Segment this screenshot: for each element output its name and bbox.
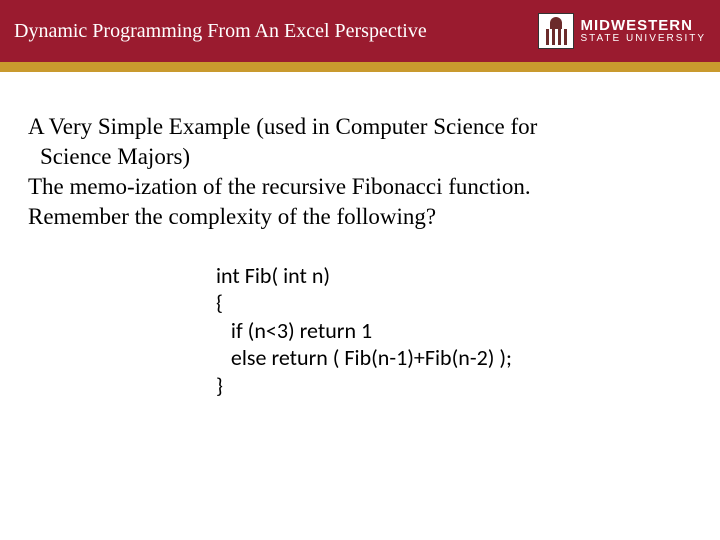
code-line-1: int Fib( int n) xyxy=(216,262,692,290)
university-name: MIDWESTERN STATE UNIVERSITY xyxy=(580,18,706,44)
body-line-1: A Very Simple Example (used in Computer … xyxy=(28,112,692,142)
brand-line1: MIDWESTERN xyxy=(580,18,706,34)
code-line-5: } xyxy=(216,372,692,400)
body-line-3: The memo-ization of the recursive Fibona… xyxy=(28,172,692,202)
code-block: int Fib( int n) { if (n<3) return 1 else… xyxy=(216,262,692,400)
code-line-4: else return ( Fib(n-1)+Fib(n-2) ); xyxy=(216,344,692,372)
slide-header: Dynamic Programming From An Excel Perspe… xyxy=(0,0,720,62)
body-line-2: Science Majors) xyxy=(28,142,692,172)
accent-bar xyxy=(0,62,720,72)
slide-title: Dynamic Programming From An Excel Perspe… xyxy=(14,20,427,43)
university-logo-icon xyxy=(538,13,574,49)
body-line-4: Remember the complexity of the following… xyxy=(28,202,692,232)
slide-content: A Very Simple Example (used in Computer … xyxy=(0,72,720,399)
code-line-3: if (n<3) return 1 xyxy=(216,317,692,345)
brand-line2: STATE UNIVERSITY xyxy=(580,34,706,45)
university-brand: MIDWESTERN STATE UNIVERSITY xyxy=(538,13,706,49)
code-line-2: { xyxy=(216,289,692,317)
